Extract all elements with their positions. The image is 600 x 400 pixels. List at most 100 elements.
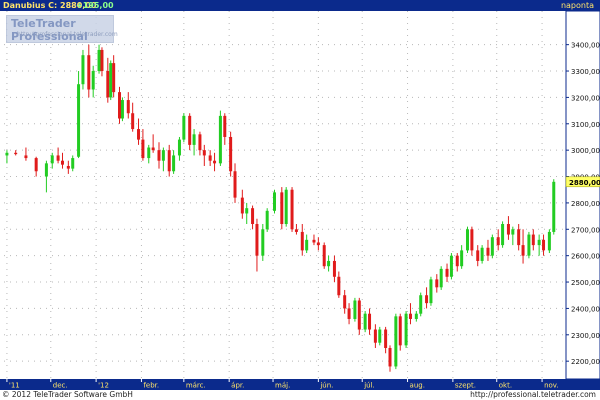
bar-body [394,316,398,367]
bar-body [521,245,525,256]
bar-body [439,268,443,288]
bar-body [151,147,155,151]
bar-body [312,239,316,243]
bar-body [506,224,510,235]
bar-body [272,192,276,211]
bar-body [531,234,535,246]
y-tick-label: 3200,00 [571,94,600,102]
x-tick-label: febr. [143,382,159,390]
bar-body [112,63,116,93]
bar-body [255,224,259,256]
bar-body [408,313,412,319]
bar-body [398,316,402,346]
last-price-label: 2880,00 [569,179,600,187]
ohlc-bar [490,234,494,259]
ohlc-bar [439,266,443,290]
bar-body [233,171,237,198]
bar-body [172,155,176,172]
footer-copyright: © 2012 TeleTrader Software GmbH [2,390,133,399]
instrument-header: Danubius C: 2880,00 +195,00 naponta [0,0,600,11]
x-tick-label: márc. [186,382,206,390]
bar-body [388,347,392,367]
ohlc-bar [81,49,85,90]
bar-body [106,71,110,98]
y-tick-label: 2800,00 [571,200,600,208]
x-tick-label: aug. [410,382,425,390]
y-tick-label: 2200,00 [571,358,600,366]
last-price-tag: 2880,00 [565,176,600,188]
bar-body [218,115,222,164]
ohlc-bar [363,311,367,333]
bar-body [34,158,38,172]
ohlc-bar [353,297,357,322]
ohlc-bar [480,245,484,264]
bar-body [126,100,130,114]
bar-body [284,189,288,225]
bar-body [300,231,304,251]
period-label[interactable]: naponta [561,0,594,11]
x-tick-label: júl. [363,382,375,390]
bar-body [363,313,367,330]
bar-body [419,295,423,314]
footer-url[interactable]: http://professional.teletrader.com [470,390,596,400]
bar-body [357,300,361,330]
bar-body [337,276,341,296]
bar-body [147,147,151,159]
bar-body [316,242,320,246]
bar-body [460,250,464,267]
bar-body [490,237,494,256]
bar-body [425,295,429,304]
ohlc-bar [378,326,382,346]
ohlc-bar [280,187,284,230]
bar-body [347,308,351,319]
ohlc-bar [357,297,361,335]
ohlc-bar [527,231,531,259]
ohlc-bar [182,113,186,143]
bar-body [141,139,145,159]
bar-body [429,279,433,304]
ohlc-bar [120,97,124,122]
y-tick-label: 2600,00 [571,253,600,261]
x-tick-label: okt. [499,382,512,390]
bar-body [100,49,104,72]
bar-body [384,329,388,348]
x-tick-label: szept. [455,382,476,390]
bar-body [137,129,141,140]
bar-body [305,239,309,251]
bar-body [182,115,186,140]
bar-body [290,189,294,230]
bar-body [542,239,546,251]
ohlc-bar [465,226,469,254]
bar-body [527,234,531,256]
bar-body [480,247,484,261]
bar-body [517,229,521,246]
bar-body [44,163,48,177]
bar-body [501,224,505,246]
bar-body [265,210,269,230]
logo-name: TeleTrader Professional [11,17,88,43]
bar-body [496,237,500,246]
bar-body [552,181,556,232]
ohlc-bar [261,224,265,261]
bar-body [332,260,336,277]
bar-body [486,247,490,256]
ohlc-bar [404,311,408,348]
ohlc-bar [552,179,556,235]
y-tick-label: 2300,00 [571,332,600,340]
bar-body [208,155,212,161]
x-tick-label: ápr. [231,382,244,390]
ohlc-bar [429,276,433,306]
bar-body [294,229,298,232]
bar-body [198,134,202,151]
bar-body [280,192,284,225]
bar-body [14,152,18,155]
bar-body [547,231,551,251]
bar-body [109,63,113,98]
bar-body [229,136,233,172]
bar-body [322,245,326,267]
bar-body [378,329,382,343]
bar-body [157,150,161,161]
ohlc-bar [188,113,192,151]
x-tick-label: '12 [98,382,109,390]
bar-body [118,92,122,119]
